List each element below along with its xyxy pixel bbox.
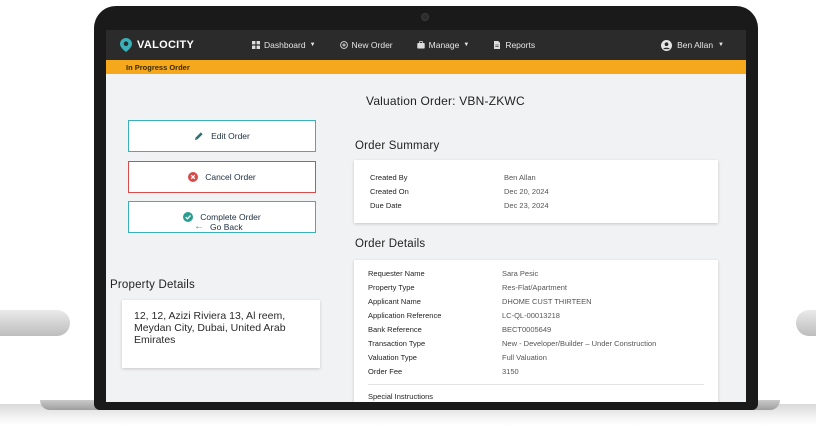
- details-row: Applicant Name DHOME CUST THIRTEEN: [368, 294, 704, 308]
- details-value: LC-QL-00013218: [502, 310, 560, 320]
- details-row: Valuation Type Full Valuation: [368, 350, 704, 364]
- dashboard-icon: [252, 41, 260, 49]
- brand-name: VALOCITY: [137, 39, 195, 51]
- summary-row: Created On Dec 20, 2024: [370, 184, 702, 198]
- details-row: Bank Reference BECT0005649: [368, 322, 704, 336]
- details-value: 3150: [502, 366, 519, 376]
- property-address-card: 12, 12, Azizi Riviera 13, Al reem, Meyda…: [122, 300, 320, 368]
- details-row: Order Fee 3150: [368, 364, 704, 378]
- nav-new-order-label: New Order: [351, 40, 393, 50]
- summary-label: Due Date: [370, 200, 402, 210]
- order-details-card: Requester Name Sara Pesic Property Type Re…: [354, 260, 718, 402]
- user-menu[interactable]: Ben Allan ▼: [661, 39, 724, 51]
- top-nav: VALOCITY Dashboard ▼ New Order Manage ▼: [106, 30, 746, 60]
- page-title: Valuation Order: VBN-ZKWC: [366, 94, 525, 108]
- chevron-down-icon: ▼: [718, 42, 724, 48]
- laptop-base-left: [0, 310, 70, 336]
- main-content: Valuation Order: VBN-ZKWC Edit Order Can…: [106, 74, 746, 402]
- laptop-bezel: VALOCITY Dashboard ▼ New Order Manage ▼: [94, 6, 758, 410]
- order-status-label: In Progress Order: [126, 62, 190, 72]
- details-label: Transaction Type: [368, 338, 426, 348]
- cancel-order-button[interactable]: Cancel Order: [128, 161, 316, 193]
- summary-value: Ben Allan: [504, 172, 536, 182]
- property-address: 12, 12, Azizi Riviera 13, Al reem, Meyda…: [134, 310, 286, 346]
- edit-order-label: Edit Order: [211, 131, 250, 141]
- details-label: Order Fee: [368, 366, 403, 376]
- order-details-heading: Order Details: [355, 238, 426, 250]
- details-label: Valuation Type: [368, 352, 417, 362]
- user-avatar-icon: [661, 39, 673, 51]
- details-label: Applicant Name: [368, 296, 421, 306]
- pencil-icon: [195, 132, 203, 140]
- edit-order-button[interactable]: Edit Order: [128, 120, 316, 152]
- divider: [368, 384, 704, 385]
- chevron-down-icon: ▼: [309, 42, 316, 48]
- details-value: Res-Flat/Apartment: [502, 282, 568, 292]
- check-circle-icon: [183, 212, 194, 222]
- order-status-bar: In Progress Order: [106, 60, 746, 74]
- brand-logo[interactable]: VALOCITY: [120, 38, 238, 52]
- laptop-mockup: VALOCITY Dashboard ▼ New Order Manage ▼: [0, 0, 816, 426]
- go-back-link[interactable]: ← Go Back: [194, 221, 243, 232]
- details-value: Full Valuation: [502, 352, 547, 362]
- user-name: Ben Allan: [677, 40, 714, 50]
- details-row: Property Type Res-Flat/Apartment: [368, 280, 704, 294]
- chevron-down-icon: ▼: [463, 42, 470, 48]
- nav-new-order[interactable]: New Order: [339, 40, 393, 50]
- nav-dashboard-label: Dashboard: [264, 40, 306, 50]
- document-icon: [494, 41, 501, 49]
- order-summary-heading: Order Summary: [355, 140, 440, 152]
- details-value: DHOME CUST THIRTEEN: [502, 296, 592, 306]
- nav-dashboard[interactable]: Dashboard ▼: [252, 40, 316, 50]
- app-screen: VALOCITY Dashboard ▼ New Order Manage ▼: [106, 30, 746, 402]
- details-label: Property Type: [368, 282, 415, 292]
- location-pin-icon: [120, 38, 132, 52]
- details-row: Requester Name Sara Pesic: [368, 266, 704, 280]
- cancel-order-label: Cancel Order: [205, 172, 256, 182]
- summary-row: Due Date Dec 23, 2024: [370, 198, 702, 212]
- details-value: New - Developer/Builder – Under Construc…: [502, 338, 657, 348]
- cancel-circle-icon: [188, 172, 199, 182]
- arrow-left-icon: ←: [194, 221, 204, 232]
- plus-circle-icon: [339, 41, 348, 49]
- briefcase-icon: [416, 41, 425, 49]
- property-details-heading: Property Details: [110, 279, 196, 291]
- details-value: Sara Pesic: [502, 268, 539, 278]
- summary-label: Created By: [370, 172, 408, 182]
- summary-row: Created By Ben Allan: [370, 170, 702, 184]
- details-label: Bank Reference: [368, 324, 422, 334]
- go-back-label: Go Back: [210, 221, 243, 232]
- nav-reports-label: Reports: [505, 40, 536, 50]
- details-row: Transaction Type New - Developer/Builder …: [368, 336, 704, 350]
- webcam: [421, 13, 429, 21]
- nav-manage-label: Manage: [428, 40, 460, 50]
- nav-reports[interactable]: Reports: [493, 40, 535, 50]
- laptop-base-right: [796, 310, 816, 336]
- summary-label: Created On: [370, 186, 409, 196]
- details-label: Requester Name: [368, 268, 425, 278]
- details-label: Application Reference: [368, 310, 442, 320]
- details-value: BECT0005649: [502, 324, 552, 334]
- summary-value: Dec 20, 2024: [504, 186, 549, 196]
- order-summary-card: Created By Ben Allan Created On Dec 20, 20…: [354, 160, 718, 223]
- details-row: Application Reference LC-QL-00013218: [368, 308, 704, 322]
- special-instructions-label: Special Instructions: [368, 391, 434, 401]
- summary-value: Dec 23, 2024: [504, 200, 549, 210]
- nav-manage[interactable]: Manage ▼: [416, 40, 470, 50]
